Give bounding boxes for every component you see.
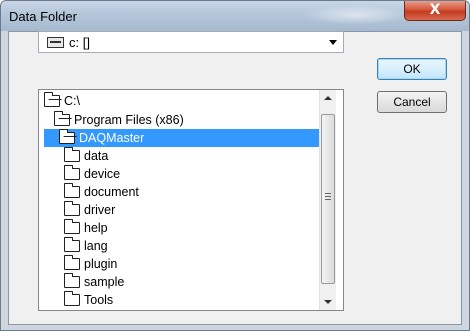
tree-item-label: driver (84, 203, 116, 217)
tree-item-root[interactable]: C:\ (44, 92, 314, 110)
tree-item-sample[interactable]: sample (64, 273, 314, 291)
folder-icon (64, 183, 80, 198)
open-folder-icon (59, 129, 75, 144)
scroll-down-arrow-icon[interactable] (324, 300, 332, 304)
tree-item-device[interactable]: device (64, 165, 314, 183)
title-bar[interactable]: Data Folder X (1, 1, 469, 31)
tree-item-plugin[interactable]: plugin (64, 255, 314, 273)
drive-icon (47, 37, 64, 48)
tree-item-label: sample (84, 275, 125, 289)
drive-select[interactable]: c: [] (38, 31, 344, 53)
close-button[interactable]: X (404, 1, 466, 21)
folder-icon (64, 165, 80, 180)
tree-item-label: data (84, 149, 109, 163)
folder-icon (64, 219, 80, 234)
scroll-up-arrow-icon[interactable] (324, 96, 332, 100)
folder-icon (64, 147, 80, 162)
tree-item-label: document (84, 185, 139, 199)
open-folder-icon (44, 92, 60, 107)
window-title: Data Folder (9, 9, 77, 24)
chevron-down-icon[interactable] (329, 40, 337, 45)
tree-item-label: plugin (84, 257, 118, 271)
tree-item-label: DAQMaster (79, 131, 145, 145)
tree-item-label: Program Files (x86) (74, 113, 184, 127)
tree-item-label: lang (84, 239, 108, 253)
tree-item-help[interactable]: help (64, 219, 314, 237)
open-folder-icon (54, 111, 70, 126)
folder-icon (64, 273, 80, 288)
ok-button[interactable]: OK (377, 58, 447, 80)
tree-item-label: C:\ (64, 94, 80, 108)
folder-icon (64, 237, 80, 252)
scrollbar-thumb[interactable] (321, 114, 335, 284)
data-folder-dialog: Data Folder X c: [] OK Cancel C:\ Progra… (0, 0, 470, 331)
folder-icon (64, 291, 80, 306)
tree-item-label: device (84, 167, 121, 181)
cancel-button[interactable]: Cancel (377, 91, 447, 113)
tree-item-daqmaster[interactable]: DAQMaster (44, 129, 320, 147)
title-bar-glow (301, 5, 411, 25)
folder-icon (64, 255, 80, 270)
tree-item-label: help (84, 221, 108, 235)
drive-select-value: c: [] (69, 35, 90, 50)
tree-item-document[interactable]: document (64, 183, 314, 201)
grip-icon (325, 193, 331, 200)
tree-item-label: Tools (84, 293, 114, 307)
tree-item-tools[interactable]: Tools (64, 291, 314, 309)
folder-icon (64, 201, 80, 216)
tree-item-data[interactable]: data (64, 147, 314, 165)
folder-tree-list[interactable]: C:\ Program Files (x86) DAQMaster data d… (38, 89, 344, 311)
tree-item-program-files[interactable]: Program Files (x86) (54, 111, 314, 129)
vertical-scrollbar[interactable] (319, 90, 336, 310)
tree-item-lang[interactable]: lang (64, 237, 314, 255)
tree-item-driver[interactable]: driver (64, 201, 314, 219)
